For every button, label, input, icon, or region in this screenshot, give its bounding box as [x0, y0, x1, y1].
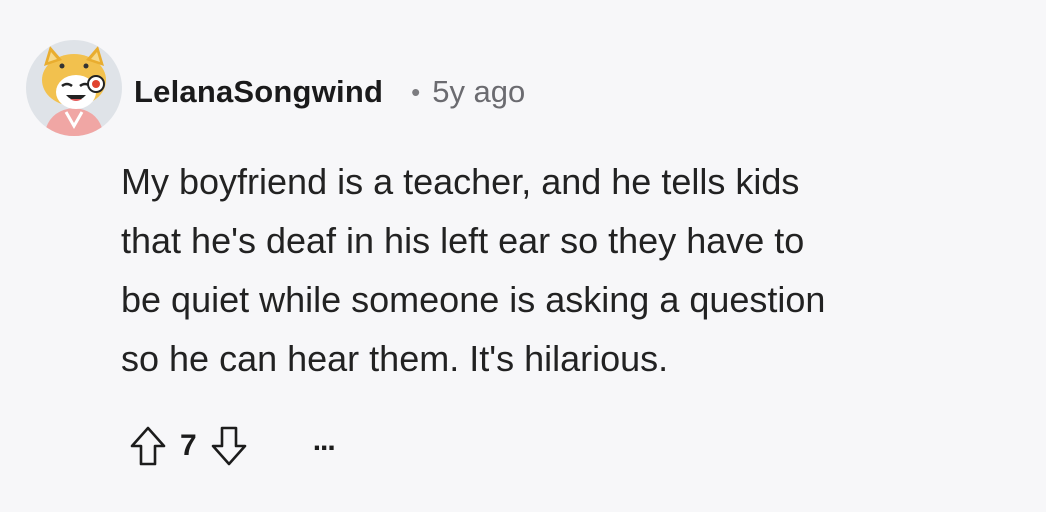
more-options-icon[interactable]: ...: [313, 426, 336, 466]
upvote-button[interactable]: [128, 422, 168, 470]
comment-body: My boyfriend is a teacher, and he tells …: [121, 161, 826, 379]
comment-header: LelanaSongwind • 5y ago: [134, 70, 525, 114]
author-username[interactable]: LelanaSongwind: [134, 74, 383, 110]
downvote-arrow-icon: [211, 426, 246, 466]
comment-card: LelanaSongwind • 5y ago My boyfriend is …: [0, 0, 1046, 512]
vote-score: 7: [180, 429, 197, 462]
avatar-image: [26, 40, 122, 136]
comment-actions: 7 ...: [128, 418, 336, 474]
upvote-arrow-icon: [130, 426, 166, 466]
comment-timestamp[interactable]: 5y ago: [432, 74, 525, 110]
downvote-button[interactable]: [209, 422, 249, 470]
user-avatar[interactable]: [26, 40, 122, 136]
meta-separator: •: [411, 76, 421, 107]
